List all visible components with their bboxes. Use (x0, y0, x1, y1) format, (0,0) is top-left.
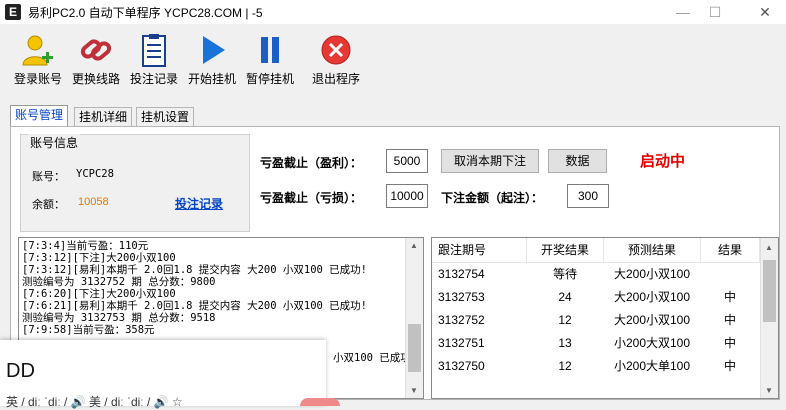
table-cell: 大200小双100 (613, 290, 691, 304)
pause-icon (252, 32, 288, 68)
decorative-fragment (300, 398, 340, 406)
log-line: [7:3:12][下注]大200小双100 (22, 252, 176, 264)
table-cell (701, 263, 759, 286)
bet-record-button[interactable]: 投注记录 (126, 32, 182, 87)
table-cell: 小200大双100 (613, 336, 691, 350)
log-line: [7:3:12][易利]本期千 2.0回1.8 提交内容 大200 小双100 … (22, 264, 368, 276)
minimize-button[interactable]: — (668, 2, 698, 22)
close-circle-icon (318, 32, 354, 68)
log-line: [7:3:4]当前亏盈：110元 (22, 240, 149, 252)
table-cell: 13 (558, 336, 572, 350)
dictionary-phonetic[interactable]: 英 / diː ˈdiː / 🔊 美 / diː ˈdiː / 🔊 ☆ (6, 393, 183, 410)
profit-stop-input[interactable]: 5000 (386, 149, 428, 173)
account-value: YCPC28 (76, 168, 114, 180)
play-icon (194, 32, 230, 68)
window-title: 易利PC2.0 自动下单程序 YCPC28.COM | -5 (28, 6, 263, 20)
table-cell: 中 (723, 313, 736, 327)
table-cell: 大200小双100 (613, 267, 691, 281)
account-label: 账号： (32, 171, 65, 183)
profit-stop-label: 亏盈截止（盈利）： (260, 156, 363, 170)
table-scroll-thumb[interactable] (763, 260, 776, 322)
table-cell: 24 (558, 290, 572, 304)
log-line: [7:9:58]当前亏盈：358元 (22, 324, 155, 336)
table-cell: 中 (723, 336, 736, 350)
table-cell: 大200小双100 (613, 313, 691, 327)
maximize-button[interactable]: ☐ (700, 2, 730, 22)
user-add-icon (20, 32, 56, 68)
table-header[interactable]: 跟注期号 (432, 238, 527, 263)
table-cell: 小200大单100 (613, 359, 691, 373)
log-line: [7:6:20][下注]大200小双100 (22, 288, 176, 300)
dictionary-word: DD (6, 360, 35, 382)
log-scroll-thumb[interactable] (408, 324, 421, 372)
account-info-title: 账号信息 (28, 134, 81, 151)
table-header[interactable]: 开奖结果 (527, 238, 604, 263)
loss-stop-input[interactable]: 10000 (386, 184, 428, 208)
toolbar-label: 开始挂机 (187, 72, 236, 86)
balance-label: 余额： (32, 199, 65, 211)
app-logo-icon: E (5, 4, 21, 20)
scroll-down-icon[interactable]: ▼ (410, 386, 418, 395)
toolbar-label: 更换线路 (71, 72, 120, 86)
data-button[interactable]: 数据 (548, 149, 607, 173)
table-cell: 中 (723, 359, 736, 373)
close-button[interactable]: ✕ (750, 2, 780, 22)
clipboard-icon (136, 32, 172, 68)
table-header[interactable]: 结果 (701, 238, 760, 263)
balance-value: 10058 (78, 196, 109, 208)
link-icon (78, 32, 114, 68)
table-scrollbar[interactable]: ▲ ▼ (760, 238, 778, 398)
toolbar-label: 暂停挂机 (245, 72, 294, 86)
loss-stop-label: 亏盈截止（亏损）： (260, 191, 363, 205)
table-cell: 12 (558, 359, 572, 373)
toolbar-label: 投注记录 (129, 72, 178, 86)
toolbar-label: 登录账号 (13, 72, 62, 86)
toolbar-label: 退出程序 (311, 72, 360, 86)
table-cell: 3132751 (438, 336, 485, 350)
table-cell: 3132750 (438, 359, 485, 373)
log-scrollbar[interactable]: ▲ ▼ (405, 238, 423, 398)
tab-account-management[interactable]: 账号管理 (10, 105, 69, 127)
bet-amount-label: 下注金额（起注）： (441, 191, 544, 205)
table-header[interactable]: 预测结果 (604, 238, 701, 263)
results-table[interactable]: 跟注期号 开奖结果 预测结果 结果 3132754 等待 大200小双100 3… (431, 237, 779, 399)
dictionary-popup[interactable]: DD 英 / diː ˈdiː / 🔊 美 / diː ˈdiː / 🔊 ☆ (0, 340, 326, 409)
bet-amount-input[interactable]: 300 (567, 184, 609, 208)
status-text: 启动中 (640, 153, 686, 170)
switch-line-button[interactable]: 更换线路 (68, 32, 124, 87)
pause-hosting-button[interactable]: 暂停挂机 (242, 32, 298, 87)
table-cell: 3132754 (438, 267, 485, 281)
title-bar: E 易利PC2.0 自动下单程序 YCPC28.COM | -5 — ☐ ✕ (0, 0, 786, 24)
log-line: [7:6:21][易利]本期千 2.0回1.8 提交内容 大200 小双100 … (22, 300, 368, 312)
log-line: 测验编号为 3132753 期 总分数：9518 (22, 312, 216, 324)
bet-record-link[interactable]: 投注记录 (175, 195, 223, 212)
table-cell: 3132752 (438, 313, 485, 327)
tab-hosting-settings[interactable]: 挂机设置 (136, 107, 195, 126)
table-cell: 3132753 (438, 290, 485, 304)
cancel-current-bet-button[interactable]: 取消本期下注 (441, 149, 539, 173)
table-cell: 等待 (552, 267, 577, 281)
toolbar: 登录账号 更换线路 投注记录 开始挂机 暂停挂机 退出程序 (0, 24, 786, 100)
tab-hosting-details[interactable]: 挂机详细 (74, 107, 133, 126)
scroll-up-icon[interactable]: ▲ (410, 241, 418, 250)
table-cell: 12 (558, 313, 572, 327)
log-line: 测验编号为 3132752 期 总分数：9800 (22, 276, 216, 288)
login-account-button[interactable]: 登录账号 (10, 32, 66, 87)
scroll-down-icon[interactable]: ▼ (765, 386, 773, 395)
table-cell: 中 (723, 290, 736, 304)
start-hosting-button[interactable]: 开始挂机 (184, 32, 240, 87)
exit-program-button[interactable]: 退出程序 (308, 32, 364, 87)
scroll-up-icon[interactable]: ▲ (765, 243, 773, 252)
